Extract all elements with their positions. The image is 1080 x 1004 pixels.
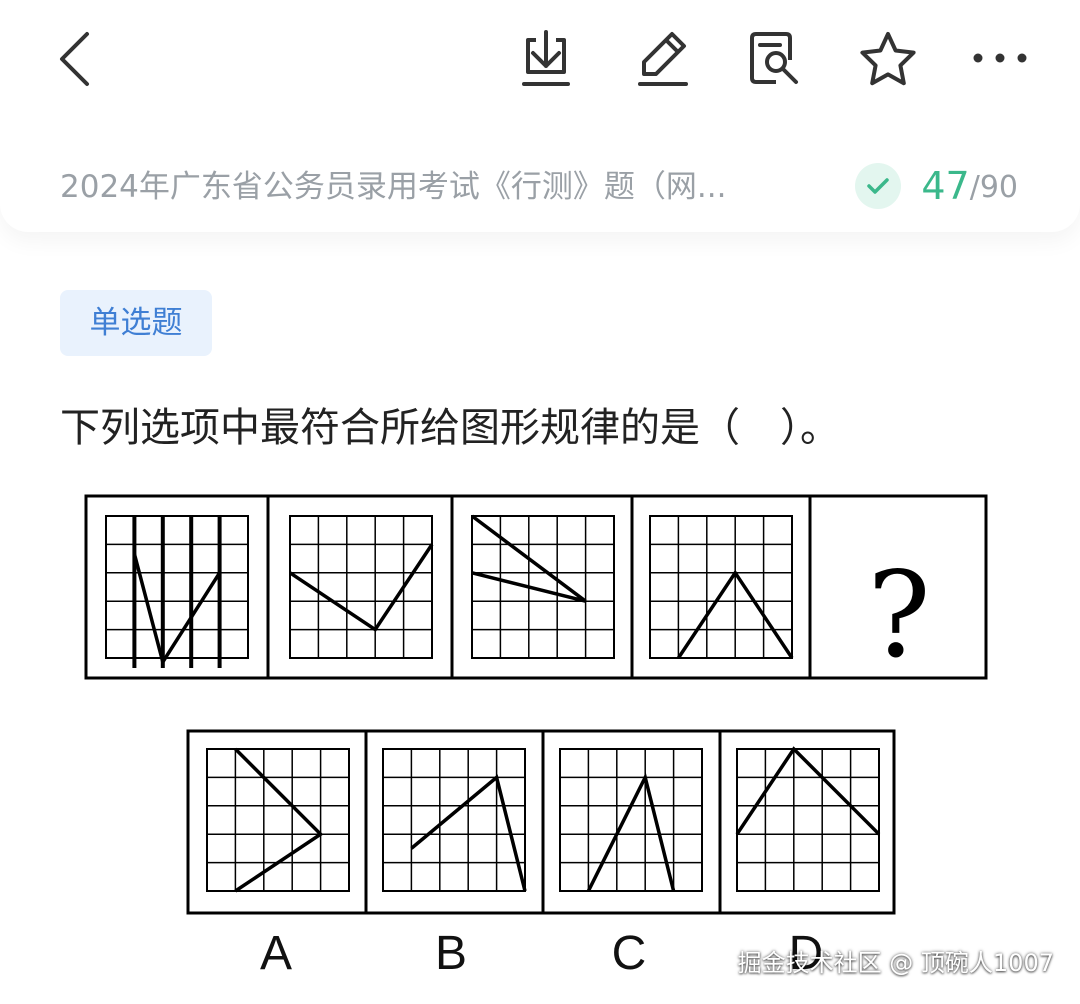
favorite-button[interactable] (856, 28, 920, 90)
notes-button[interactable] (746, 28, 806, 90)
stem-panel-4 (649, 515, 794, 659)
pencil-icon (638, 32, 688, 86)
watermark: 掘金技术社区 @ 顶碗人1007 (737, 949, 1054, 977)
more-horizontal-icon (973, 53, 1027, 63)
progress-total: /90 (969, 170, 1018, 205)
check-icon (855, 163, 902, 209)
option-b-figure[interactable] (382, 748, 527, 892)
download-button[interactable] (516, 28, 576, 90)
stem-panel-2 (289, 515, 434, 659)
note-search-icon (750, 32, 798, 84)
question-mark: ? (867, 546, 930, 682)
option-d-figure[interactable] (735, 746, 881, 892)
stem-panel-5: ? (867, 546, 930, 682)
option-c-label[interactable]: C (589, 924, 669, 984)
question-type-badge: 单选题 (60, 290, 212, 356)
exam-info-row: 2024年广东省公务员录用考试《行测》题（网... 47 /90 (60, 163, 1040, 209)
stem-panel-1 (105, 515, 249, 668)
option-b-label[interactable]: B (411, 924, 491, 984)
option-a-figure[interactable] (206, 747, 350, 893)
exam-title[interactable]: 2024年广东省公务员录用考试《行测》题（网... (60, 167, 795, 207)
more-button[interactable] (968, 40, 1032, 76)
chevron-left-icon (60, 32, 89, 86)
stem-panel-3 (470, 514, 615, 659)
option-a-label[interactable]: A (236, 924, 316, 984)
progress-indicator[interactable]: 47 /90 (855, 163, 1018, 209)
question-stem-figure: ? (84, 494, 988, 682)
back-button[interactable] (52, 28, 100, 92)
question-text: 下列选项中最符合所给图形规律的是（ ）。 (60, 405, 840, 451)
edit-button[interactable] (634, 28, 694, 90)
download-icon (522, 30, 570, 86)
progress-current: 47 (921, 164, 970, 208)
top-bar: 2024年广东省公务员录用考试《行测》题（网... 47 /90 (0, 0, 1080, 232)
answer-options-figure (186, 729, 896, 915)
star-icon (860, 32, 916, 86)
option-c-figure[interactable] (559, 748, 703, 892)
